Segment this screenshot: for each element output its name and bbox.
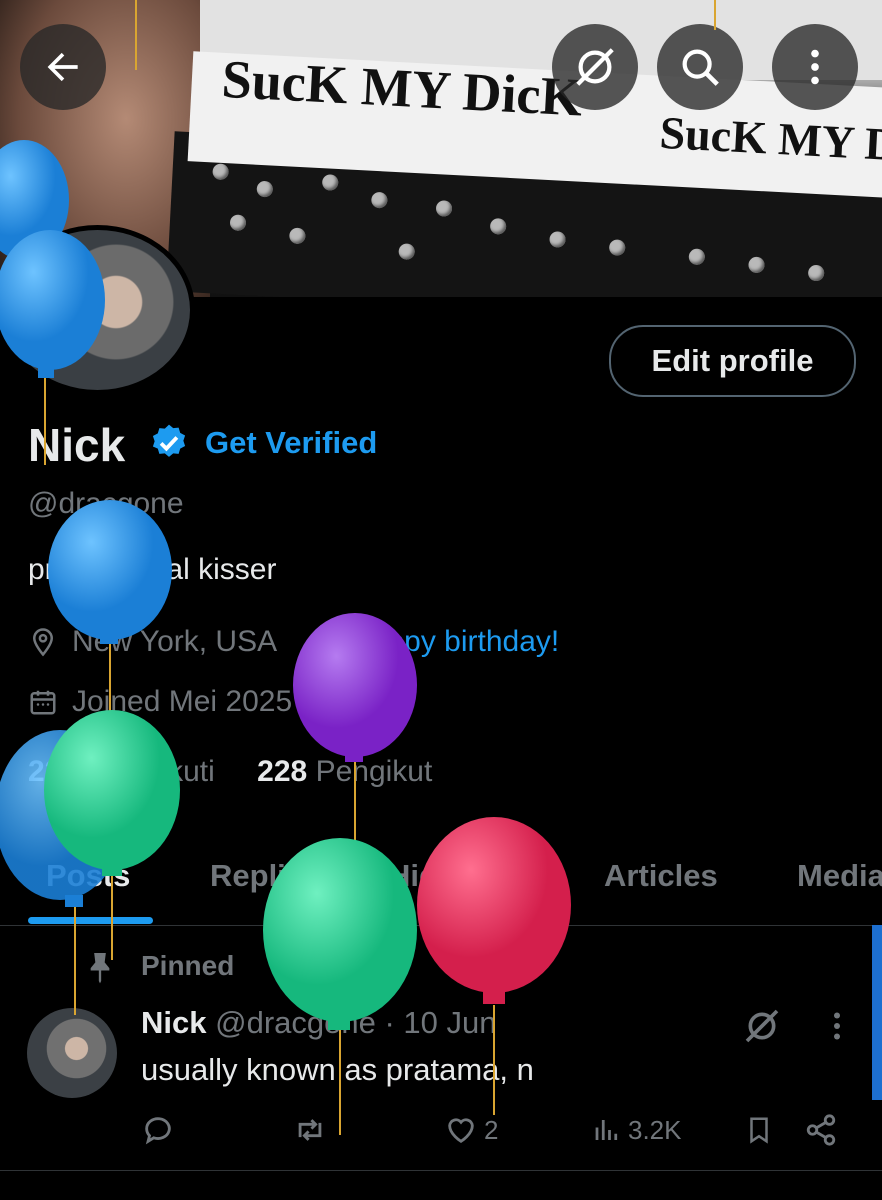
repost-icon xyxy=(298,1119,322,1141)
profile-avatar[interactable] xyxy=(0,225,195,395)
tab-articles[interactable]: Articles xyxy=(604,858,718,894)
bookmark-icon xyxy=(750,1117,768,1144)
post-header: Nick @dracgone · 10 Jun xyxy=(141,1005,496,1041)
reply-icon xyxy=(145,1117,171,1145)
post-author-name[interactable]: Nick xyxy=(141,1005,206,1040)
edit-profile-button[interactable]: Edit profile xyxy=(609,325,856,397)
like-button[interactable]: 2 xyxy=(444,1113,498,1147)
tab-media[interactable]: Media xyxy=(797,858,882,894)
grok-icon xyxy=(576,48,614,86)
follow-stats: 226 Mengikuti 228 Pengikut xyxy=(28,755,432,789)
view-count: 3.2K xyxy=(628,1114,682,1145)
post-divider xyxy=(0,1170,882,1171)
post-handle-time: @dracgone · 10 Jun xyxy=(215,1005,497,1040)
joined-row: Joined Mei 2025 xyxy=(28,685,292,719)
more-vertical-icon xyxy=(811,49,819,85)
location-text: New York, USA xyxy=(72,625,278,658)
post-text: usually known as pratama, n xyxy=(141,1052,534,1087)
reply-button[interactable] xyxy=(141,1113,175,1147)
share-icon xyxy=(806,1114,836,1146)
location-row: New York, USA Happy birthday! xyxy=(28,625,559,659)
joined-text: Joined Mei 2025 xyxy=(72,685,293,718)
calendar-icon xyxy=(30,690,56,715)
views-button[interactable]: 3.2K xyxy=(592,1113,682,1147)
bookmark-button[interactable] xyxy=(744,1113,774,1147)
followers-count: 228 xyxy=(257,755,308,788)
profile-name: Nick xyxy=(28,419,126,471)
pin-icon xyxy=(90,953,110,984)
band-text-2: SucK MY DicK xyxy=(658,106,882,174)
search-icon xyxy=(682,49,719,86)
grok-post-icon[interactable] xyxy=(742,1006,782,1046)
back-button[interactable] xyxy=(20,24,106,110)
profile-handle: @dracgone xyxy=(28,487,184,520)
heart-icon xyxy=(448,1118,474,1144)
arrow-left-icon xyxy=(47,52,78,82)
like-count: 2 xyxy=(484,1114,499,1145)
profile-bio: professional kisser xyxy=(28,553,277,586)
verified-badge-icon[interactable] xyxy=(148,422,190,464)
location-pin-icon xyxy=(32,628,54,657)
pinned-label: Pinned xyxy=(141,950,235,981)
grok-button[interactable] xyxy=(552,24,638,110)
birthday-link[interactable]: Happy birthday! xyxy=(349,625,559,659)
get-verified-link[interactable]: Get Verified xyxy=(205,425,377,461)
following-count: 226 xyxy=(28,755,79,788)
post-more-icon[interactable] xyxy=(822,1008,852,1044)
search-button[interactable] xyxy=(657,24,743,110)
following-link[interactable]: 226 Mengikuti xyxy=(28,755,215,788)
following-label: Mengikuti xyxy=(86,755,215,788)
followers-link[interactable]: 228 Pengikut xyxy=(257,755,432,788)
more-button[interactable] xyxy=(772,24,858,110)
tab-replies[interactable]: Replies xyxy=(210,858,320,894)
post-author-avatar[interactable] xyxy=(27,1008,117,1098)
share-button[interactable] xyxy=(804,1113,838,1147)
followers-label: Pengikut xyxy=(315,755,433,788)
repost-button[interactable] xyxy=(292,1113,328,1147)
active-tab-indicator xyxy=(28,917,153,924)
profile-tabs: Posts Replies Highlights Articles Media xyxy=(0,840,882,926)
tab-posts[interactable]: Posts xyxy=(46,858,130,894)
scrollbar[interactable] xyxy=(872,925,882,1100)
balloon-icon xyxy=(311,629,329,652)
views-icon xyxy=(595,1120,618,1140)
tab-highlights[interactable]: Highlights xyxy=(388,858,540,894)
